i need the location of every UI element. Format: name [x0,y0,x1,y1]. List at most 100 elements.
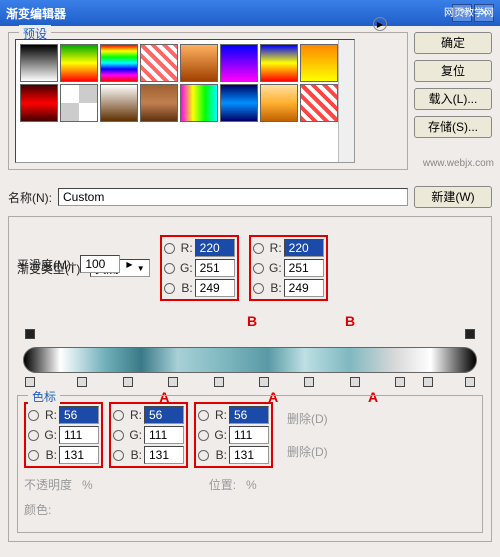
radio[interactable] [164,243,175,254]
color-stop[interactable] [123,377,133,387]
window-controls: ? ✕ [452,4,494,22]
rgb-input[interactable] [229,446,269,464]
highlight-A2: R:G:B: [109,402,188,468]
scrollbar[interactable] [338,40,354,162]
reset-button[interactable]: 复位 [414,60,492,82]
preset-swatch[interactable] [60,84,98,122]
rgb-label: G: [266,261,282,275]
name-row: 名称(N): 新建(W) [8,186,492,208]
titlebar: 渐变编辑器 ? ✕ [0,0,500,26]
rgb-label: G: [211,428,227,442]
preset-swatch[interactable] [260,44,298,82]
name-input[interactable] [58,188,408,206]
color-stop[interactable] [77,377,87,387]
color-stop[interactable] [304,377,314,387]
delete-button-2[interactable]: 删除(D) [287,443,328,460]
preset-swatch[interactable] [180,84,218,122]
radio[interactable] [198,410,209,421]
load-button[interactable]: 载入(L)... [414,88,492,110]
rgb-label: G: [41,428,57,442]
preset-swatch[interactable] [60,44,98,82]
marker-B1: B [247,313,257,329]
presets-fieldset: 预设 ▶ [8,32,408,170]
gradient-fieldset: 渐变类型(T): 实底 ▼ R:G:B: R:G:B: 平滑度(M): ▶ B … [8,216,492,542]
radio[interactable] [253,283,264,294]
preset-swatch[interactable] [20,44,58,82]
preset-swatch[interactable] [180,44,218,82]
radio[interactable] [113,410,124,421]
gradient-preview[interactable] [23,347,477,373]
rgb-input[interactable] [284,259,324,277]
rgb-input[interactable] [144,446,184,464]
rgb-input[interactable] [195,239,235,257]
rgb-input[interactable] [144,406,184,424]
rgb-label: R: [126,408,142,422]
save-button[interactable]: 存储(S)... [414,116,492,138]
smooth-input[interactable] [80,255,120,273]
highlight-B1: R:G:B: [160,235,239,301]
preset-swatch[interactable] [260,84,298,122]
rgb-input[interactable] [284,239,324,257]
rgb-input[interactable] [59,446,99,464]
radio[interactable] [28,450,39,461]
preset-swatch[interactable] [20,84,58,122]
radio[interactable] [28,430,39,441]
rgb-input[interactable] [144,426,184,444]
preset-swatch[interactable] [300,84,338,122]
rgb-input[interactable] [195,279,235,297]
rgb-input[interactable] [59,426,99,444]
new-button[interactable]: 新建(W) [414,186,492,208]
radio[interactable] [113,430,124,441]
stops-fieldset: 色标 R:G:B: R:G:B: R:G:B: 删除(D) 删除(D) 不透明度… [17,395,483,533]
radio[interactable] [198,450,209,461]
radio[interactable] [164,263,175,274]
rgb-label: B: [177,281,193,295]
radio[interactable] [198,430,209,441]
rgb-input[interactable] [229,426,269,444]
preset-swatch[interactable] [220,44,258,82]
opacity-stop[interactable] [465,329,475,339]
color-stop[interactable] [423,377,433,387]
preset-swatch[interactable] [100,84,138,122]
color-stop[interactable] [350,377,360,387]
preset-swatch[interactable] [300,44,338,82]
name-label: 名称(N): [8,189,52,206]
popup-icon[interactable]: ▶ [373,17,387,31]
rgb-input[interactable] [59,406,99,424]
preset-swatch[interactable] [140,84,178,122]
color-stop[interactable] [465,377,475,387]
color-label: 颜色: [24,501,51,518]
radio[interactable] [253,263,264,274]
delete-button-1[interactable]: 删除(D) [287,410,328,427]
color-stop[interactable] [168,377,178,387]
ok-button[interactable]: 确定 [414,32,492,54]
help-icon[interactable]: ? [452,4,472,22]
opacity-stop[interactable] [25,329,35,339]
highlight-A1: R:G:B: [24,402,103,468]
preset-swatch[interactable] [140,44,178,82]
button-column: 确定 复位 载入(L)... 存储(S)... [414,32,492,178]
preset-swatch[interactable] [100,44,138,82]
preset-swatch[interactable] [220,84,258,122]
close-icon[interactable]: ✕ [474,4,494,22]
chevron-right-icon: ▶ [126,260,132,269]
color-stop[interactable] [259,377,269,387]
color-stop[interactable] [395,377,405,387]
rgb-input[interactable] [229,406,269,424]
radio[interactable] [164,283,175,294]
opacity-stops[interactable] [23,329,477,343]
rgb-input[interactable] [195,259,235,277]
color-stop[interactable] [25,377,35,387]
color-stops[interactable]: A A A [23,377,477,391]
radio[interactable] [253,243,264,254]
color-stop[interactable] [214,377,224,387]
rgb-label: G: [126,428,142,442]
chevron-down-icon: ▼ [137,264,145,273]
radio[interactable] [28,410,39,421]
rgb-input[interactable] [284,279,324,297]
rgb-label: R: [41,408,57,422]
percent-label-2: % [246,478,257,492]
rgb-label: R: [211,408,227,422]
rgb-label: G: [177,261,193,275]
radio[interactable] [113,450,124,461]
